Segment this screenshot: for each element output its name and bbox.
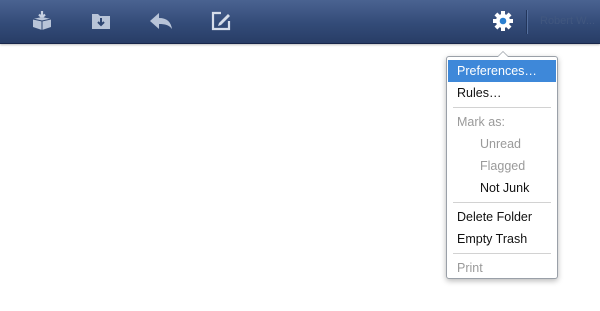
menu-item-preferences[interactable]: Preferences… (448, 60, 556, 82)
settings-dropdown-menu: Preferences… Rules… Mark as: Unread Flag… (446, 51, 558, 279)
gear-icon (493, 11, 513, 31)
reply-icon (150, 13, 172, 29)
menu-item-not-junk[interactable]: Not Junk (447, 177, 557, 199)
settings-button[interactable] (488, 7, 518, 35)
toolbar-divider (526, 10, 527, 34)
archive-button[interactable] (27, 7, 57, 35)
menu-item-rules[interactable]: Rules… (447, 82, 557, 104)
move-button[interactable] (86, 7, 116, 35)
menu-item-print: Print (457, 261, 483, 275)
menu-divider (453, 107, 551, 108)
menu-divider (453, 202, 551, 203)
reply-button[interactable] (146, 7, 176, 35)
user-name-label[interactable]: Robert W... (540, 15, 600, 29)
menu-divider (453, 253, 551, 254)
menu-item-flagged: Flagged (480, 159, 526, 173)
menu-item-unread: Unread (480, 137, 521, 151)
compose-button[interactable] (206, 7, 236, 35)
move-to-folder-icon (92, 14, 110, 29)
toolbar: Robert W... (0, 0, 600, 44)
menu-item-empty-trash[interactable]: Empty Trash (447, 228, 557, 250)
compose-icon (211, 11, 231, 31)
menu-item-delete-folder[interactable]: Delete Folder (447, 206, 557, 228)
menu-label-mark-as: Mark as: (457, 115, 505, 129)
archive-download-icon (32, 11, 52, 30)
